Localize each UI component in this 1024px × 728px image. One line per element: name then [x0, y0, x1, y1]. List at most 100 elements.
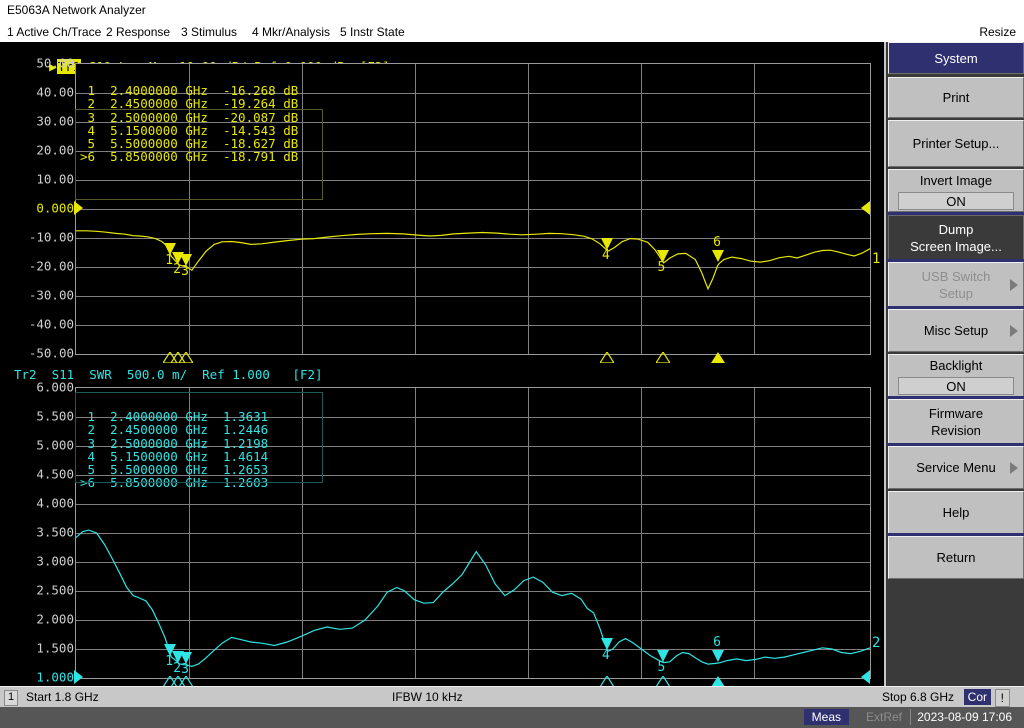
- menu-item-mkr-analysis[interactable]: 4 Mkr/Analysis: [252, 25, 330, 39]
- trace2-end-label: 2: [872, 635, 880, 651]
- softkey-label: Invert Image: [920, 172, 992, 189]
- softkey-invert-image[interactable]: Invert Image ON: [888, 169, 1024, 212]
- marker-row: 3 2.5000000 GHz 1.2198: [80, 437, 268, 450]
- softkey-label: Return: [936, 549, 975, 566]
- softkey-title-system: System: [888, 42, 1024, 74]
- trace1-y-axis: 50.00 40.00 30.00 20.00 10.00 0.000 -10.…: [0, 63, 74, 355]
- trace2-ytick-9: 1.500: [2, 641, 74, 656]
- trace1-ref-left-marker-icon: [74, 201, 83, 215]
- trace1-ytick-8: -30.00: [2, 288, 74, 303]
- trace2-ytick-5: 3.500: [2, 525, 74, 540]
- softkey-label: Printer Setup...: [913, 135, 1000, 152]
- trace2-ytick-1: 5.500: [2, 409, 74, 424]
- marker-tick-4[interactable]: [600, 352, 614, 363]
- marker-flag-4[interactable]: 4: [601, 638, 613, 650]
- softkey-firmware-revision[interactable]: FirmwareRevision: [888, 399, 1024, 444]
- softkey-misc-setup[interactable]: Misc Setup: [888, 309, 1024, 352]
- channel-number: 1: [4, 690, 18, 706]
- marker-row: >6 5.8500000 GHz -18.791 dB: [80, 150, 298, 163]
- trace1-ytick-ref: 0.000: [2, 201, 74, 216]
- trace1-ytick-4: 10.00: [2, 172, 74, 187]
- marker-row: 2 2.4500000 GHz -19.264 dB: [80, 97, 298, 110]
- trace2-ref-left-marker-icon: [74, 670, 83, 684]
- softkey-usb-switch-setup: USB SwitchSetup: [888, 262, 1024, 307]
- softkey-value[interactable]: ON: [898, 377, 1014, 395]
- menu-bar: 1 Active Ch/Trace 2 Response 3 Stimulus …: [0, 23, 1024, 43]
- softkey-value[interactable]: ON: [898, 192, 1014, 210]
- menu-item-active-ch-trace[interactable]: 1 Active Ch/Trace: [7, 25, 101, 39]
- softkey-panel: System Print Printer Setup... Invert Image…: [884, 42, 1024, 686]
- softkey-service-menu[interactable]: Service Menu: [888, 446, 1024, 489]
- softkey-print[interactable]: Print: [888, 77, 1024, 118]
- marker-number-label: 4: [602, 649, 610, 662]
- meas-badge: Meas: [804, 709, 849, 725]
- trace2-ytick-7: 2.500: [2, 583, 74, 598]
- instrument-screen: ▶Tr1 S11 Log Mag 10.00 dB/ Ref 0.000 dB …: [0, 42, 884, 686]
- bottom-bar: Meas ExtRef 2023-08-09 17:06: [0, 707, 1024, 728]
- marker-number-label: 6: [713, 636, 721, 649]
- menu-item-response[interactable]: 2 Response: [106, 25, 170, 39]
- correction-badge: Cor: [964, 689, 991, 705]
- marker-number-label: 6: [713, 236, 721, 249]
- softkey-backlight[interactable]: Backlight ON: [888, 354, 1024, 397]
- stop-frequency[interactable]: Stop 6.8 GHz: [882, 690, 954, 704]
- marker-flag-4[interactable]: 4: [601, 238, 613, 250]
- window-titlebar: E5063A Network Analyzer: [0, 0, 1024, 23]
- marker-triangle-icon: [712, 650, 724, 662]
- window-title: E5063A Network Analyzer: [7, 3, 146, 17]
- trace2-ytick-0: 6.000: [2, 380, 74, 395]
- status-bar: 1 Start 1.8 GHz IFBW 10 kHz Stop 6.8 GHz…: [0, 686, 1024, 709]
- marker-tick-3[interactable]: [179, 352, 193, 363]
- softkey-label: DumpScreen Image...: [910, 221, 1002, 255]
- marker-row: 4 5.1500000 GHz 1.4614: [80, 450, 268, 463]
- trace1-ytick-0: 50.00: [2, 56, 74, 71]
- trace1-ytick-3: 20.00: [2, 143, 74, 158]
- trace1-ytick-9: -40.00: [2, 317, 74, 332]
- resize-button[interactable]: Resize: [979, 25, 1016, 39]
- trace1-ytick-10: -50.00: [2, 346, 74, 361]
- warning-badge: !: [995, 689, 1010, 707]
- marker-tick-6[interactable]: [711, 352, 725, 363]
- trace1-ytick-1: 40.00: [2, 85, 74, 100]
- trace2-ytick-4: 4.000: [2, 496, 74, 511]
- marker-number-label: 5: [658, 261, 666, 274]
- softkey-dump-screen-image[interactable]: DumpScreen Image...: [888, 215, 1024, 260]
- marker-tick-5[interactable]: [656, 352, 670, 363]
- chevron-right-icon: [1010, 279, 1018, 291]
- menu-item-stimulus[interactable]: 3 Stimulus: [181, 25, 237, 39]
- softkey-label: Backlight: [930, 357, 983, 374]
- marker-number-label: 4: [602, 249, 610, 262]
- trace2-ytick-ref: 1.000: [2, 670, 74, 685]
- trace2-y-axis: 6.000 5.500 5.000 4.500 4.000 3.500 3.00…: [0, 387, 74, 679]
- marker-number-label: 3: [181, 663, 189, 676]
- softkey-label: Print: [943, 89, 970, 106]
- softkey-printer-setup[interactable]: Printer Setup...: [888, 120, 1024, 167]
- chevron-right-icon: [1010, 325, 1018, 337]
- chevron-right-icon: [1010, 462, 1018, 474]
- softkey-help[interactable]: Help: [888, 491, 1024, 534]
- marker-row: 3 2.5000000 GHz -20.087 dB: [80, 111, 298, 124]
- start-frequency[interactable]: Start 1.8 GHz: [26, 690, 99, 704]
- trace2-ytick-2: 5.000: [2, 438, 74, 453]
- marker-triangle-icon: [712, 250, 724, 262]
- marker-row: 5 5.5000000 GHz 1.2653: [80, 463, 268, 476]
- trace2-ytick-3: 4.500: [2, 467, 74, 482]
- marker-flag-5[interactable]: 5: [657, 650, 669, 662]
- marker-flag-6[interactable]: 6: [712, 250, 724, 262]
- marker-flag-3[interactable]: 3: [180, 254, 192, 266]
- softkey-label: Service Menu: [916, 459, 995, 476]
- marker-flag-6[interactable]: 6: [712, 650, 724, 662]
- ifbw-setting[interactable]: IFBW 10 kHz: [392, 690, 463, 704]
- softkey-label: FirmwareRevision: [929, 405, 983, 439]
- trace1-ytick-2: 30.00: [2, 114, 74, 129]
- marker-row: 5 5.5000000 GHz -18.627 dB: [80, 137, 298, 150]
- datetime-display: 2023-08-09 17:06: [910, 709, 1018, 725]
- menu-item-instr-state[interactable]: 5 Instr State: [340, 25, 405, 39]
- marker-flag-3[interactable]: 3: [180, 652, 192, 664]
- trace2-ytick-8: 2.000: [2, 612, 74, 627]
- softkey-return[interactable]: Return: [888, 536, 1024, 579]
- trace2-marker-table: 1 2.4000000 GHz 1.3631 2 2.4500000 GHz 1…: [80, 410, 268, 490]
- marker-flag-5[interactable]: 5: [657, 250, 669, 262]
- marker-row: 1 2.4000000 GHz 1.3631: [80, 410, 268, 423]
- marker-number-label: 5: [658, 661, 666, 674]
